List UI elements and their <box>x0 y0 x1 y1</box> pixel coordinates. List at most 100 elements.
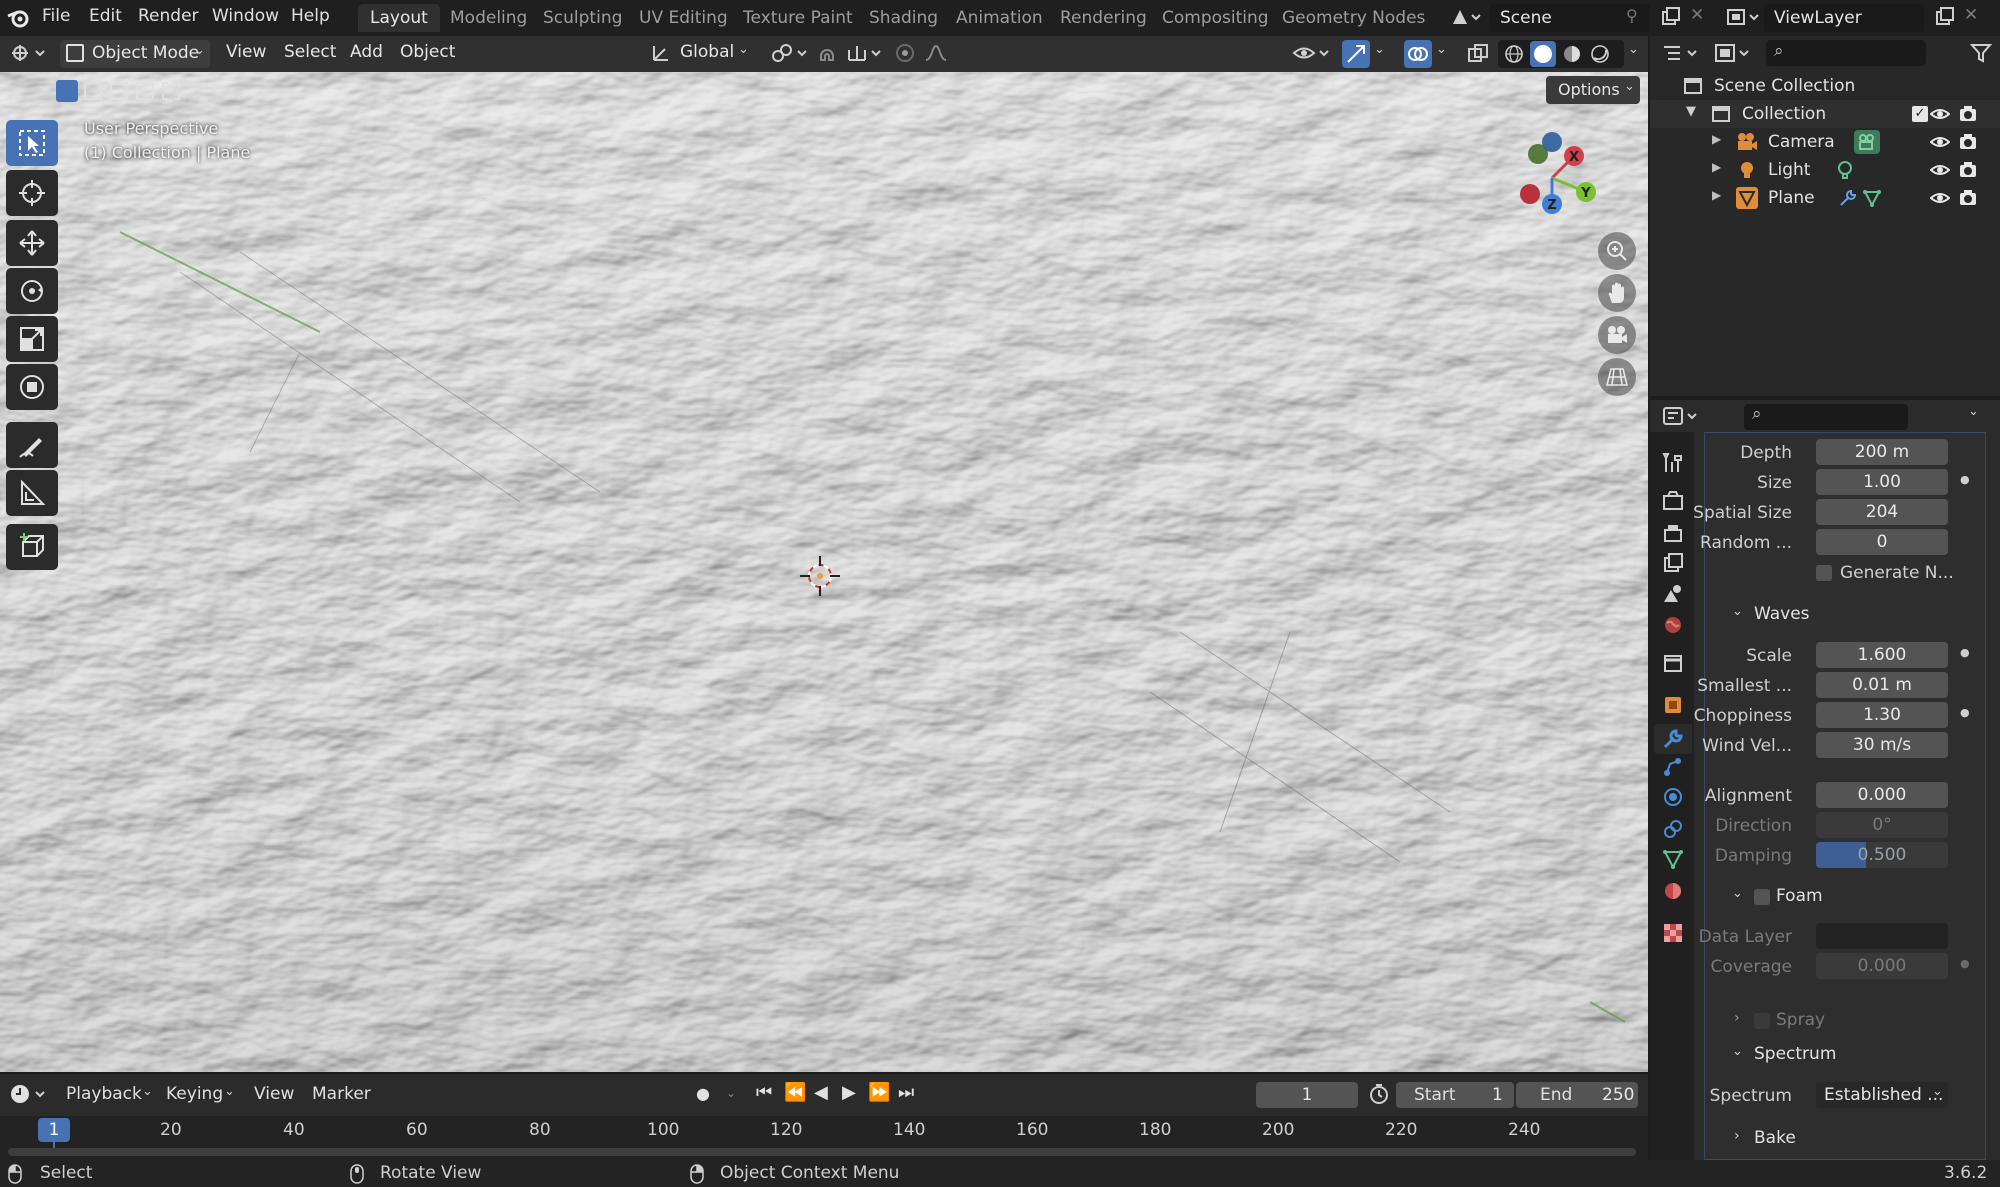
light-visibility-eye-icon[interactable] <box>1930 160 1950 180</box>
snap-target-icon[interactable] <box>846 42 886 64</box>
keyframe-dot-icon[interactable]: ● <box>1960 473 1970 486</box>
3d-cursor-icon[interactable] <box>796 552 844 600</box>
damping-slider[interactable]: 0.500 <box>1816 842 1948 868</box>
collection-visibility-eye-icon[interactable] <box>1930 104 1950 124</box>
plane-render-camera-icon[interactable] <box>1958 188 1978 208</box>
perspective-toggle-icon[interactable] <box>1598 358 1636 396</box>
chevron-down-icon[interactable]: ⌄ <box>224 1084 235 1099</box>
gizmo-toggle-icon[interactable] <box>1342 40 1370 68</box>
playhead[interactable]: 1 <box>38 1118 70 1142</box>
editor-type-icon[interactable] <box>8 41 48 65</box>
header-object-menu[interactable]: Object <box>400 42 455 62</box>
timeline-scrollbar[interactable] <box>8 1148 1636 1156</box>
prev-keyframe-icon[interactable]: ⏪ <box>784 1082 806 1103</box>
add-cube-tool[interactable] <box>6 524 58 570</box>
tab-uv-editing[interactable]: UV Editing <box>627 4 740 32</box>
display-mode-icon[interactable] <box>1714 42 1754 64</box>
falloff-icon[interactable] <box>924 42 958 64</box>
camera-render-camera-icon[interactable] <box>1958 132 1978 152</box>
delete-scene-icon[interactable]: ✕ <box>1690 5 1704 25</box>
camera-visibility-eye-icon[interactable] <box>1930 132 1950 152</box>
cursor-tool[interactable] <box>6 170 58 216</box>
select-invert-icon[interactable] <box>136 82 154 100</box>
pivot-icon[interactable] <box>770 42 810 64</box>
select-intersect-icon[interactable] <box>162 82 180 100</box>
rendered-shading-icon[interactable] <box>1590 44 1610 64</box>
outliner-search-input[interactable]: ⌕ <box>1766 40 1926 66</box>
keyframe-dot-icon[interactable]: ● <box>1960 706 1970 719</box>
world-tab-icon[interactable] <box>1662 614 1684 636</box>
properties-search-input[interactable]: ⌕ <box>1744 404 1908 430</box>
snap-icon[interactable] <box>816 42 838 64</box>
modifier-tab-icon[interactable] <box>1654 724 1692 754</box>
keyframe-dot-icon[interactable]: ● <box>1960 957 1970 970</box>
menu-window[interactable]: Window <box>212 6 279 26</box>
coverage-field[interactable]: 0.000 <box>1816 953 1948 979</box>
tab-rendering[interactable]: Rendering <box>1048 4 1159 32</box>
marker-menu[interactable]: Marker <box>312 1084 371 1104</box>
navigation-gizmo[interactable]: X Y Z <box>1486 110 1626 250</box>
data-tab-icon[interactable] <box>1662 848 1684 870</box>
expand-arrow-icon[interactable]: ▼ <box>1686 104 1696 119</box>
options-dropdown[interactable]: Options ⌄ <box>1546 76 1640 104</box>
stopwatch-icon[interactable] <box>1368 1083 1390 1105</box>
expand-arrow-icon[interactable]: ▶ <box>1712 188 1721 202</box>
camera-view-icon[interactable] <box>1598 316 1636 354</box>
render-tab-icon[interactable] <box>1662 490 1684 512</box>
tab-modeling[interactable]: Modeling <box>438 4 539 32</box>
timeline-view-menu[interactable]: View <box>254 1084 294 1104</box>
chevron-down-icon[interactable]: ⌄ <box>726 1086 736 1100</box>
wind-velocity-field[interactable]: 30 m/s <box>1816 732 1948 758</box>
scene-selector-icon[interactable] <box>1450 6 1482 28</box>
scene-tab-icon[interactable] <box>1662 582 1684 604</box>
mesh-data-icon[interactable] <box>1862 188 1882 208</box>
chevron-down-icon[interactable]: ⌄ <box>1968 404 1979 419</box>
expand-arrow-icon[interactable]: ▶ <box>1712 132 1721 146</box>
data-layer-field[interactable] <box>1816 923 1948 949</box>
light-render-camera-icon[interactable] <box>1958 160 1978 180</box>
tab-shading[interactable]: Shading <box>857 4 950 32</box>
random-seed-field[interactable]: 0 <box>1816 529 1948 555</box>
visibility-dropdown-icon[interactable] <box>1292 42 1332 64</box>
select-subtract-icon[interactable] <box>110 82 128 100</box>
physics-tab-icon[interactable] <box>1662 786 1684 808</box>
measure-tool[interactable] <box>6 470 58 516</box>
rotate-tool[interactable] <box>6 268 58 314</box>
header-add-menu[interactable]: Add <box>350 42 383 62</box>
pin-icon[interactable]: ⚲ <box>1626 6 1638 25</box>
mode-dropdown[interactable]: Object Mode ⌄ <box>60 40 210 68</box>
next-keyframe-icon[interactable]: ⏩ <box>868 1082 890 1103</box>
menu-file[interactable]: File <box>42 6 70 26</box>
zoom-icon[interactable] <box>1598 232 1636 270</box>
select-box-tool[interactable] <box>6 120 58 166</box>
foam-checkbox[interactable] <box>1754 889 1770 905</box>
select-new-icon[interactable] <box>56 80 78 102</box>
light-data-icon[interactable] <box>1834 160 1856 180</box>
move-tool[interactable] <box>6 220 58 266</box>
tab-sculpting[interactable]: Sculpting <box>531 4 634 32</box>
direction-field[interactable]: 0° <box>1816 812 1948 838</box>
spectrum-dropdown[interactable]: Established ... ⌄ <box>1816 1082 1948 1108</box>
view-layer-icon[interactable] <box>1726 6 1760 28</box>
select-extend-icon[interactable] <box>84 82 102 100</box>
xray-toggle-icon[interactable] <box>1466 42 1490 66</box>
outliner-row-scene-collection[interactable]: Scene Collection <box>1650 72 2000 100</box>
modifier-wrench-icon[interactable] <box>1838 188 1858 208</box>
outliner-editor-type-icon[interactable] <box>1662 42 1702 64</box>
overlays-toggle-icon[interactable] <box>1404 40 1432 68</box>
blender-logo-icon[interactable] <box>6 6 30 30</box>
scale-field[interactable]: 1.600 <box>1816 642 1948 668</box>
foam-section-header[interactable]: ⌄ Foam <box>1706 882 1988 912</box>
spray-checkbox[interactable] <box>1754 1013 1770 1029</box>
filter-icon[interactable] <box>1970 42 1992 64</box>
header-select-menu[interactable]: Select <box>284 42 336 62</box>
collection-tab-icon[interactable] <box>1662 652 1684 674</box>
plane-visibility-eye-icon[interactable] <box>1930 188 1950 208</box>
scene-field[interactable]: Scene ⚲ <box>1490 4 1650 32</box>
collection-checkbox[interactable]: ✓ <box>1912 106 1928 122</box>
menu-help[interactable]: Help <box>291 6 330 26</box>
new-view-layer-icon[interactable] <box>1934 6 1956 28</box>
collection-render-camera-icon[interactable] <box>1958 104 1978 124</box>
jump-end-icon[interactable]: ⏭ <box>898 1082 914 1103</box>
delete-view-layer-icon[interactable]: ✕ <box>1964 5 1978 25</box>
